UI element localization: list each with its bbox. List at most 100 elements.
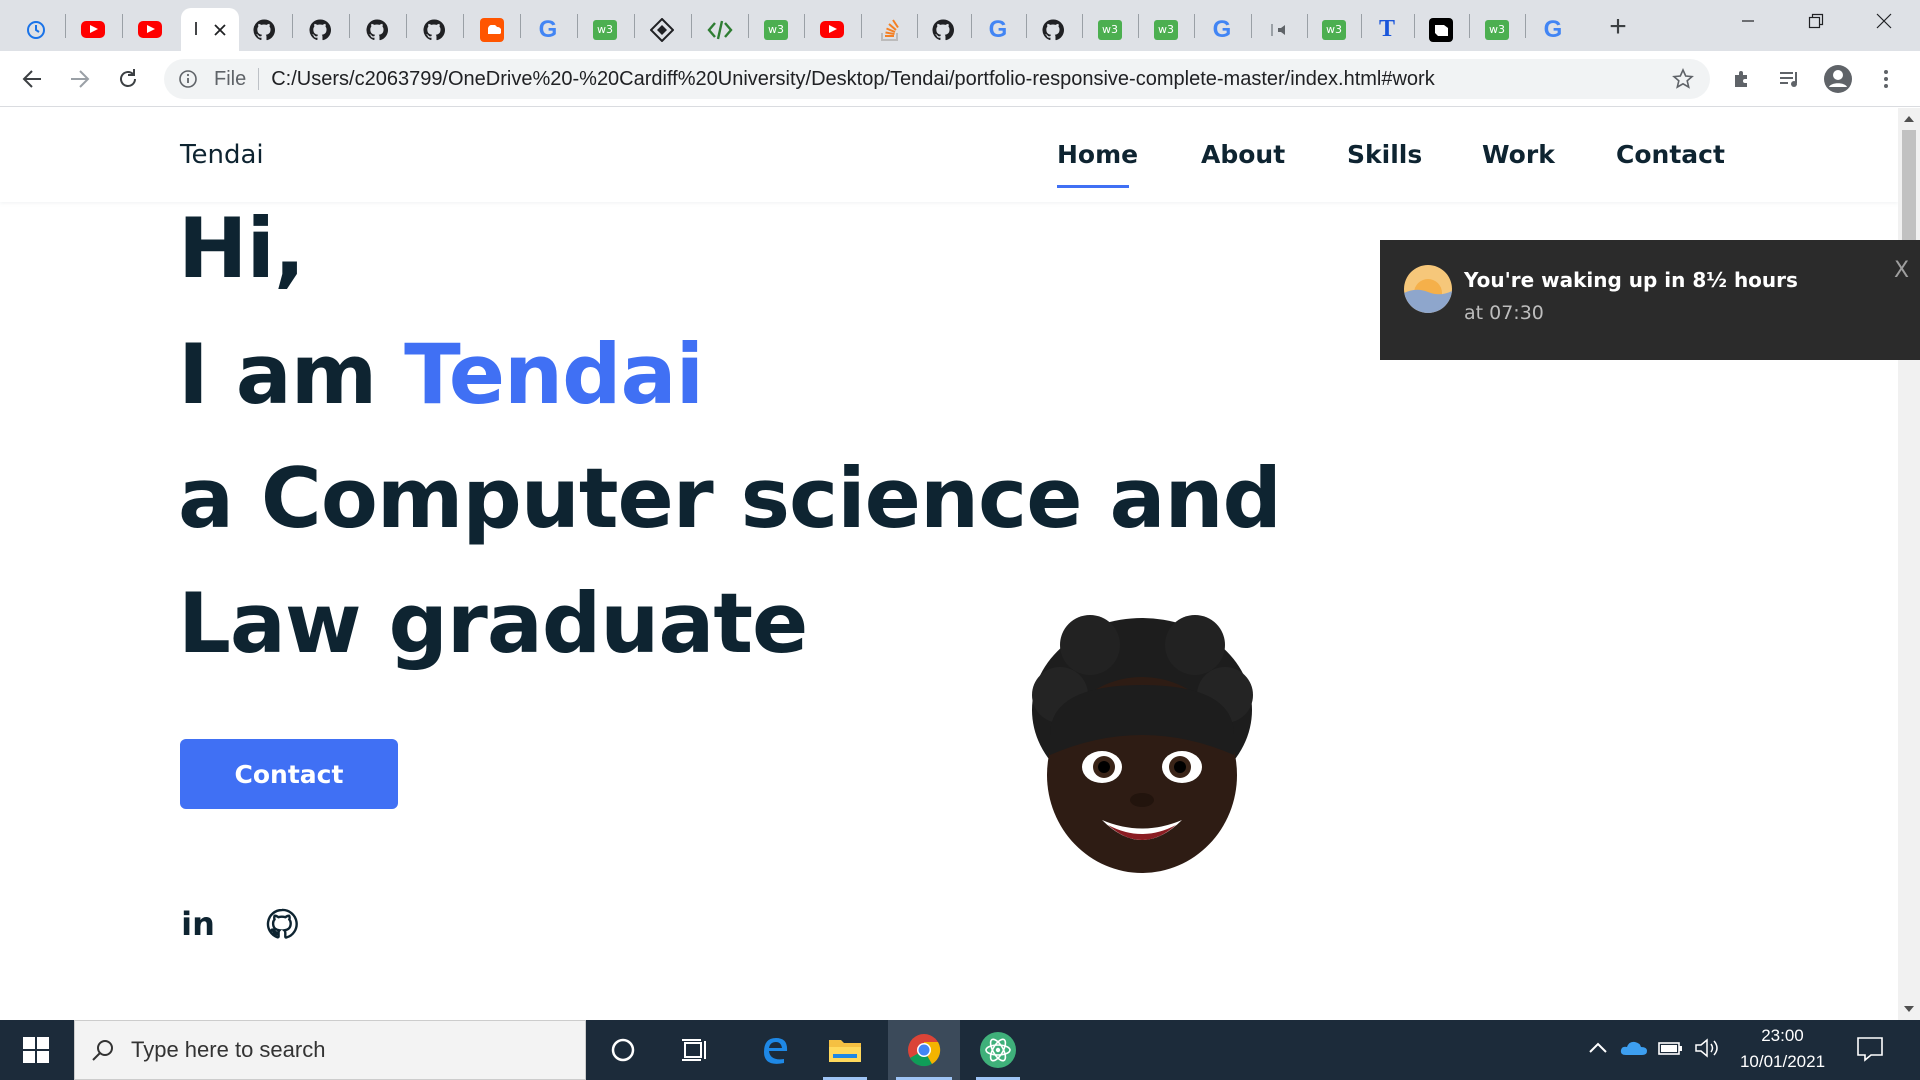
scroll-down-arrow[interactable] bbox=[1904, 1006, 1914, 1012]
browser-tab[interactable] bbox=[638, 8, 686, 51]
browser-tab[interactable]: G bbox=[974, 8, 1022, 51]
scroll-up-arrow[interactable] bbox=[1904, 116, 1914, 122]
tab-separator bbox=[748, 14, 749, 38]
browser-tab[interactable] bbox=[353, 8, 401, 51]
cortana-icon bbox=[611, 1038, 635, 1062]
browser-tab[interactable] bbox=[126, 8, 174, 51]
search-icon bbox=[92, 1040, 113, 1061]
github-logo-icon bbox=[932, 18, 954, 40]
minimize-icon bbox=[1742, 20, 1754, 22]
youtube-icon bbox=[81, 21, 105, 38]
browser-tab[interactable] bbox=[1256, 8, 1304, 51]
wakeup-notification[interactable]: You're waking up in 8½ hours at 07:30 X bbox=[1380, 240, 1920, 360]
browser-tab[interactable]: G bbox=[1198, 8, 1246, 51]
site-logo[interactable]: Tendai bbox=[180, 140, 264, 170]
browser-tab[interactable]: w3 bbox=[1473, 8, 1521, 51]
tab-separator bbox=[1138, 14, 1139, 38]
browser-tab[interactable] bbox=[240, 8, 288, 51]
scroll-thumb[interactable] bbox=[1902, 130, 1916, 240]
minimize-button[interactable] bbox=[1728, 6, 1768, 36]
kebab-menu-icon bbox=[1884, 70, 1888, 88]
windows-taskbar: Type here to search 23:00 10/01/2021 bbox=[0, 1020, 1920, 1080]
memoji-avatar bbox=[1032, 615, 1253, 873]
nav-work[interactable]: Work bbox=[1482, 140, 1555, 169]
battery-tray[interactable] bbox=[1658, 1038, 1684, 1061]
github-icon[interactable] bbox=[264, 906, 300, 942]
hero-name: Tendai bbox=[404, 326, 704, 423]
cortana-button[interactable] bbox=[593, 1020, 653, 1080]
notification-close-button[interactable]: X bbox=[1894, 258, 1909, 283]
forward-button[interactable] bbox=[64, 63, 96, 95]
restore-button[interactable] bbox=[1796, 6, 1836, 36]
puzzle-icon bbox=[1735, 71, 1747, 87]
browser-tab[interactable]: T bbox=[1363, 8, 1411, 51]
action-center-button[interactable] bbox=[1856, 1036, 1884, 1067]
nav-contact[interactable]: Contact bbox=[1616, 140, 1725, 169]
show-hidden-icons-button[interactable] bbox=[1588, 1038, 1608, 1059]
browser-tab[interactable]: w3 bbox=[581, 8, 629, 51]
reload-button[interactable] bbox=[112, 63, 144, 95]
browser-tab[interactable] bbox=[296, 8, 344, 51]
onedrive-icon bbox=[1620, 1041, 1647, 1055]
close-tab-icon[interactable] bbox=[213, 23, 227, 37]
notification-title: You're waking up in 8½ hours bbox=[1464, 268, 1798, 292]
tab-separator bbox=[691, 14, 692, 38]
file-explorer-app[interactable] bbox=[815, 1020, 875, 1080]
scheme-label: File bbox=[214, 67, 247, 90]
browser-tab[interactable] bbox=[468, 8, 516, 51]
menu-button[interactable] bbox=[1870, 63, 1902, 95]
contact-button[interactable]: Contact bbox=[180, 739, 398, 809]
info-icon bbox=[179, 70, 197, 88]
google-icon: G bbox=[1212, 15, 1232, 43]
hero-intro-prefix: I am bbox=[178, 326, 405, 423]
back-button[interactable] bbox=[16, 63, 48, 95]
clock-date[interactable]: 10/01/2021 bbox=[1700, 1052, 1865, 1072]
browser-tab[interactable] bbox=[1417, 8, 1465, 51]
browser-tab[interactable] bbox=[69, 8, 117, 51]
browser-tab[interactable] bbox=[410, 8, 458, 51]
atom-icon bbox=[980, 1032, 1016, 1068]
browser-tab[interactable] bbox=[919, 8, 967, 51]
sunrise-icon bbox=[1404, 265, 1452, 313]
browser-tab[interactable]: G bbox=[524, 8, 572, 51]
task-view-button[interactable] bbox=[665, 1020, 725, 1080]
close-window-button[interactable] bbox=[1864, 6, 1904, 36]
atom-app[interactable] bbox=[968, 1020, 1028, 1080]
extensions-button[interactable] bbox=[1726, 63, 1758, 95]
w3schools-icon: w3 bbox=[1485, 19, 1509, 40]
tab-separator bbox=[1194, 14, 1195, 38]
nav-about[interactable]: About bbox=[1201, 140, 1285, 169]
taskbar-search[interactable]: Type here to search bbox=[74, 1020, 586, 1080]
address-bar[interactable]: File C:/Users/c2063799/OneDrive%20-%20Ca… bbox=[164, 59, 1710, 99]
search-placeholder: Type here to search bbox=[131, 1037, 326, 1062]
linkedin-icon[interactable]: in bbox=[180, 905, 216, 943]
browser-tab[interactable]: w3 bbox=[752, 8, 800, 51]
start-button[interactable] bbox=[0, 1020, 72, 1080]
browser-tab[interactable] bbox=[1029, 8, 1077, 51]
tab-separator bbox=[634, 14, 635, 38]
clock-time[interactable]: 23:00 bbox=[1700, 1026, 1865, 1046]
media-control-button[interactable] bbox=[1774, 63, 1806, 95]
queue-music-icon bbox=[1780, 72, 1797, 87]
notion-icon bbox=[1429, 17, 1453, 42]
nav-skills[interactable]: Skills bbox=[1347, 140, 1422, 169]
browser-tab[interactable]: G bbox=[1529, 8, 1577, 51]
browser-tab[interactable] bbox=[12, 8, 60, 51]
edge-app[interactable] bbox=[744, 1020, 804, 1080]
browser-tab[interactable]: I bbox=[181, 8, 239, 51]
browser-tab[interactable] bbox=[866, 8, 914, 51]
browser-tab[interactable]: w3 bbox=[1086, 8, 1134, 51]
new-tab-button[interactable]: + bbox=[1602, 12, 1634, 44]
browser-tab[interactable]: w3 bbox=[1142, 8, 1190, 51]
chrome-app[interactable] bbox=[888, 1020, 960, 1080]
url-text[interactable]: C:/Users/c2063799/OneDrive%20-%20Cardiff… bbox=[271, 68, 1434, 91]
browser-tab[interactable]: w3 bbox=[1310, 8, 1358, 51]
profile-button[interactable] bbox=[1822, 63, 1854, 95]
nav-home[interactable]: Home bbox=[1057, 140, 1138, 169]
star-icon[interactable] bbox=[1672, 68, 1694, 90]
arrow-right-icon bbox=[71, 70, 90, 88]
onedrive-tray[interactable] bbox=[1620, 1038, 1648, 1061]
screen: + File C:/Users/c2063799/OneDrive%20-%20… bbox=[0, 0, 1920, 1080]
browser-tab[interactable] bbox=[696, 8, 744, 51]
browser-tab[interactable] bbox=[808, 8, 856, 51]
